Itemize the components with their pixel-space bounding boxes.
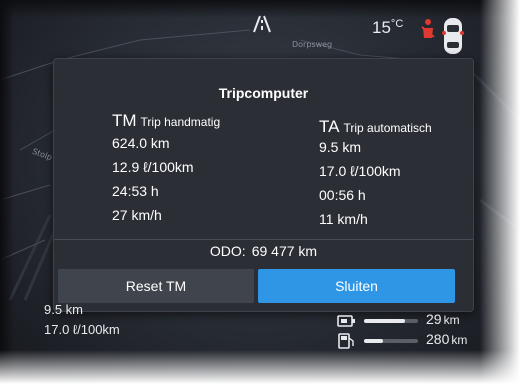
trip-automatic-distance: 9.5 km	[319, 139, 362, 155]
bezel-top	[0, 0, 520, 18]
odometer: ODO: 69 477 km	[54, 243, 473, 259]
dialog-title: Tripcomputer	[218, 85, 309, 101]
trip-distance-readout: 9.5 km	[44, 302, 84, 317]
trip-consumption-readout: 17.0 ℓ/100km	[44, 322, 120, 337]
bezel-bottom	[0, 350, 520, 390]
trip-manual-speed: 27 km/h	[112, 207, 162, 223]
instrument-cluster-screen: Dorpsweg Stolp 15°C Tripcomputer TM Trip …	[0, 0, 520, 390]
trip-manual-consumption: 12.9 ℓ/100km	[112, 159, 194, 175]
fuel-range-unit: km	[451, 333, 468, 347]
electric-range-unit: km	[443, 313, 460, 327]
fuel-pump-icon	[338, 333, 354, 349]
electric-range-bar	[364, 319, 418, 323]
bezel-right	[480, 0, 520, 390]
trip-automatic-consumption: 17.0 ℓ/100km	[319, 163, 401, 179]
trip-manual-description: Trip handmatig	[140, 115, 221, 129]
divider	[54, 239, 473, 240]
electric-range-value: 29	[426, 311, 442, 327]
electric-range-bar-fill	[364, 319, 405, 323]
fuel-range-bar	[364, 339, 418, 343]
close-button[interactable]: Sluiten	[258, 269, 455, 303]
trip-automatic-abbr: TA	[319, 117, 340, 136]
fuel-range-bar-fill	[364, 339, 383, 343]
fuel-range-value: 280	[426, 331, 450, 347]
trip-automatic-time: 00:56 h	[319, 187, 366, 203]
tripcomputer-dialog: Tripcomputer TM Trip handmatig 624.0 km 1…	[53, 58, 474, 312]
car-top-view-icon	[442, 18, 464, 54]
trip-automatic-column: TA Trip automatisch 9.5 km 17.0 ℓ/100km 0…	[319, 117, 469, 287]
odometer-label: ODO:	[209, 243, 246, 259]
trip-manual-abbr: TM	[112, 111, 137, 130]
temperature-value: 15	[372, 18, 391, 37]
map-street-label: Dorpsweg	[292, 40, 333, 49]
temperature-unit: °C	[390, 18, 404, 30]
electric-range: 29 km	[336, 311, 460, 330]
seatbelt-warning-icon	[421, 19, 435, 38]
trip-automatic-speed: 11 km/h	[319, 211, 368, 227]
battery-icon	[337, 315, 355, 327]
trip-automatic-description: Trip automatisch	[343, 121, 432, 135]
bezel-left	[0, 0, 14, 390]
trip-manual-time: 24:53 h	[112, 183, 159, 199]
outside-temperature: 15°C	[372, 18, 403, 38]
reset-tm-button[interactable]: Reset TM	[58, 269, 254, 303]
fuel-range: 280 km	[336, 331, 467, 350]
trip-manual-distance: 624.0 km	[112, 135, 170, 151]
odometer-value: 69 477 km	[251, 243, 318, 259]
